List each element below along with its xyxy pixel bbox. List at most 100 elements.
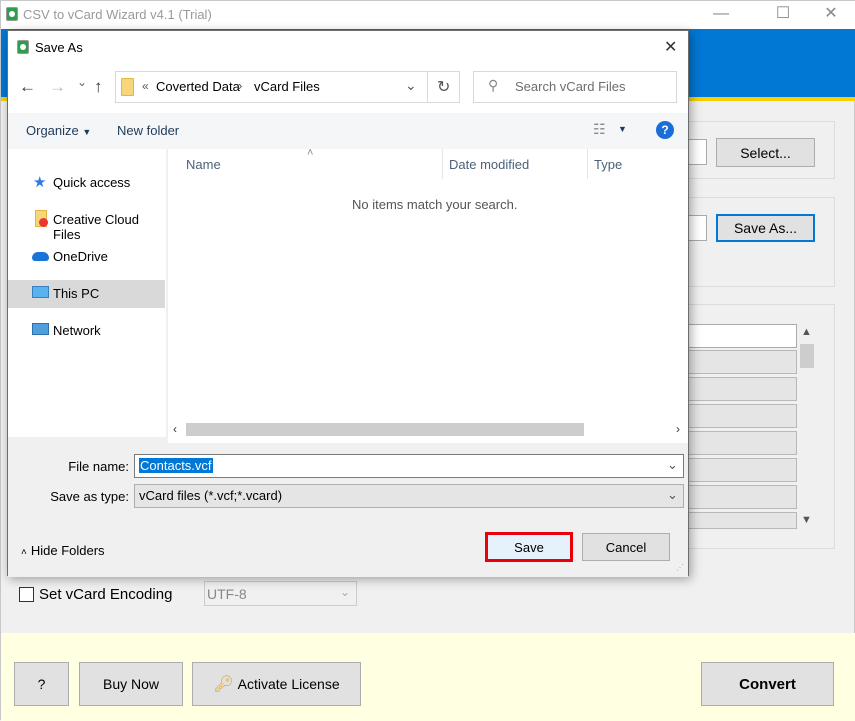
sort-ascending-icon: ˄ — [307, 147, 314, 159]
chevron-down-icon[interactable]: ⌄ — [667, 487, 678, 503]
buy-now-button[interactable]: Buy Now — [79, 662, 183, 706]
file-name-input[interactable]: Contacts.vcf ⌄ — [134, 454, 684, 478]
hide-folders-label: Hide Folders — [30, 543, 105, 558]
search-icon: ⚲ — [488, 77, 499, 93]
dropdown-arrow-icon: ▼ — [82, 127, 92, 137]
dialog-navbar: ← → ⌄ ↑ « Coverted Data › vCard Files ⌄ … — [8, 65, 688, 113]
save-button[interactable]: Save — [485, 532, 573, 562]
dialog-titlebar: Save As ✕ — [8, 31, 688, 65]
horizontal-scrollbar[interactable]: ‹ › — [168, 421, 688, 439]
computer-icon — [32, 286, 49, 298]
column-divider[interactable] — [442, 149, 443, 179]
nav-item-label: OneDrive — [53, 249, 108, 264]
column-header-name[interactable]: Name — [186, 157, 221, 172]
list-row[interactable] — [687, 431, 797, 455]
list-row[interactable] — [687, 485, 797, 509]
activate-license-label: Activate License — [237, 676, 340, 692]
forward-button[interactable]: → — [49, 77, 66, 97]
breadcrumb-separator: › — [238, 78, 243, 93]
cloud-icon — [32, 252, 49, 261]
search-placeholder: Search vCard Files — [515, 79, 626, 94]
maximize-button[interactable]: ☐ — [763, 3, 803, 25]
column-divider[interactable] — [587, 149, 588, 179]
encoding-checkbox[interactable] — [19, 587, 34, 602]
nav-item-label: This PC — [53, 286, 100, 301]
help-icon[interactable]: ? — [656, 121, 674, 139]
address-dropdown-icon[interactable]: ⌄ — [405, 77, 417, 94]
address-bar[interactable]: « Coverted Data › vCard Files ⌄ ↻ — [115, 71, 460, 103]
list-row[interactable] — [687, 350, 797, 374]
scroll-up-icon[interactable]: ▲ — [801, 326, 812, 338]
view-dropdown-icon[interactable]: ▼ — [618, 124, 627, 134]
column-header-date-modified[interactable]: Date modified — [449, 157, 529, 172]
scrollbar-thumb[interactable] — [186, 423, 584, 436]
field-mapping-list — [687, 324, 799, 529]
scroll-down-icon[interactable]: ▼ — [801, 514, 812, 526]
chevron-down-icon: ⌄ — [340, 585, 351, 599]
dialog-toolbar: Organize ▼ New folder ☷ ▼ ? — [8, 113, 688, 149]
search-box[interactable]: ⚲ Search vCard Files — [473, 71, 677, 103]
list-scrollbar[interactable]: ▲ ▼ — [798, 324, 816, 529]
dialog-bottom-area: File name: Contacts.vcf ⌄ Save as type: … — [8, 443, 688, 577]
cancel-button[interactable]: Cancel — [582, 533, 670, 561]
encoding-select[interactable]: UTF-8 ⌄ — [204, 581, 357, 606]
nav-item-creative-cloud[interactable]: Creative Cloud Files — [8, 206, 165, 242]
list-header-row — [687, 324, 797, 348]
list-row[interactable] — [687, 458, 797, 482]
column-header-type[interactable]: Type — [594, 157, 622, 172]
nav-item-onedrive[interactable]: OneDrive — [8, 243, 165, 271]
view-options-icon[interactable]: ☷ — [593, 121, 606, 138]
footer-bar: ? Buy Now 🔑︎ Activate License Convert — [1, 633, 855, 721]
new-folder-button[interactable]: New folder — [117, 123, 179, 138]
refresh-button[interactable]: ↻ — [437, 77, 450, 97]
scroll-right-icon[interactable]: › — [676, 422, 680, 436]
save-as-button[interactable]: Save As... — [716, 214, 815, 242]
file-name-label: File name: — [68, 459, 129, 474]
organize-label: Organize — [26, 123, 79, 138]
up-button[interactable]: ↑ — [94, 77, 103, 97]
app-titlebar: CSV to vCard Wizard v4.1 (Trial) — ☐ ✕ — [1, 1, 855, 29]
list-row[interactable] — [687, 377, 797, 401]
select-button[interactable]: Select... — [716, 138, 815, 167]
scrollbar-thumb[interactable] — [800, 344, 814, 368]
nav-item-network[interactable]: Network — [8, 317, 165, 345]
organize-button[interactable]: Organize ▼ — [26, 123, 91, 138]
breadcrumb-overflow[interactable]: « — [142, 79, 149, 93]
scroll-left-icon[interactable]: ‹ — [173, 422, 177, 436]
list-row[interactable] — [687, 512, 797, 529]
network-icon — [32, 323, 49, 335]
help-button[interactable]: ? — [14, 662, 69, 706]
resize-grip-icon[interactable]: ⋰ — [676, 563, 684, 572]
close-button[interactable]: ✕ — [811, 3, 851, 25]
breadcrumb-item[interactable]: vCard Files — [254, 79, 320, 94]
creative-cloud-folder-icon — [35, 210, 48, 227]
dialog-logo-icon — [17, 40, 29, 54]
convert-button[interactable]: Convert — [701, 662, 834, 706]
nav-item-this-pc[interactable]: This PC — [8, 280, 165, 308]
recent-locations-button[interactable]: ⌄ — [77, 75, 87, 89]
save-type-select[interactable]: vCard files (*.vcf;*.vcard) ⌄ — [134, 484, 684, 508]
hide-folders-button[interactable]: ˄ Hide Folders — [21, 543, 105, 558]
address-divider — [427, 72, 428, 102]
dialog-close-button[interactable]: ✕ — [664, 37, 677, 57]
key-icon: 🔑︎ — [213, 676, 234, 693]
empty-message: No items match your search. — [352, 197, 518, 212]
minimize-button[interactable]: — — [701, 3, 741, 25]
chevron-up-icon: ˄ — [21, 547, 27, 558]
encoding-select-value: UTF-8 — [207, 586, 247, 602]
nav-item-label: Quick access — [53, 175, 131, 190]
nav-item-quick-access[interactable]: ★ Quick access — [8, 169, 165, 197]
chevron-down-icon[interactable]: ⌄ — [667, 457, 678, 473]
activate-license-button[interactable]: 🔑︎ Activate License — [192, 662, 361, 706]
list-row[interactable] — [687, 404, 797, 428]
save-type-value: vCard files (*.vcf;*.vcard) — [139, 488, 283, 503]
app-title: CSV to vCard Wizard v4.1 (Trial) — [23, 7, 212, 22]
nav-item-label: Network — [53, 323, 101, 338]
navigation-pane: ★ Quick access Creative Cloud Files OneD… — [8, 149, 166, 437]
breadcrumb-item[interactable]: Coverted Data — [156, 79, 240, 94]
save-type-label: Save as type: — [50, 489, 129, 504]
back-button[interactable]: ← — [19, 77, 36, 97]
app-logo-icon — [6, 7, 18, 21]
star-icon: ★ — [33, 174, 47, 191]
nav-item-label: Creative Cloud Files — [53, 212, 139, 242]
